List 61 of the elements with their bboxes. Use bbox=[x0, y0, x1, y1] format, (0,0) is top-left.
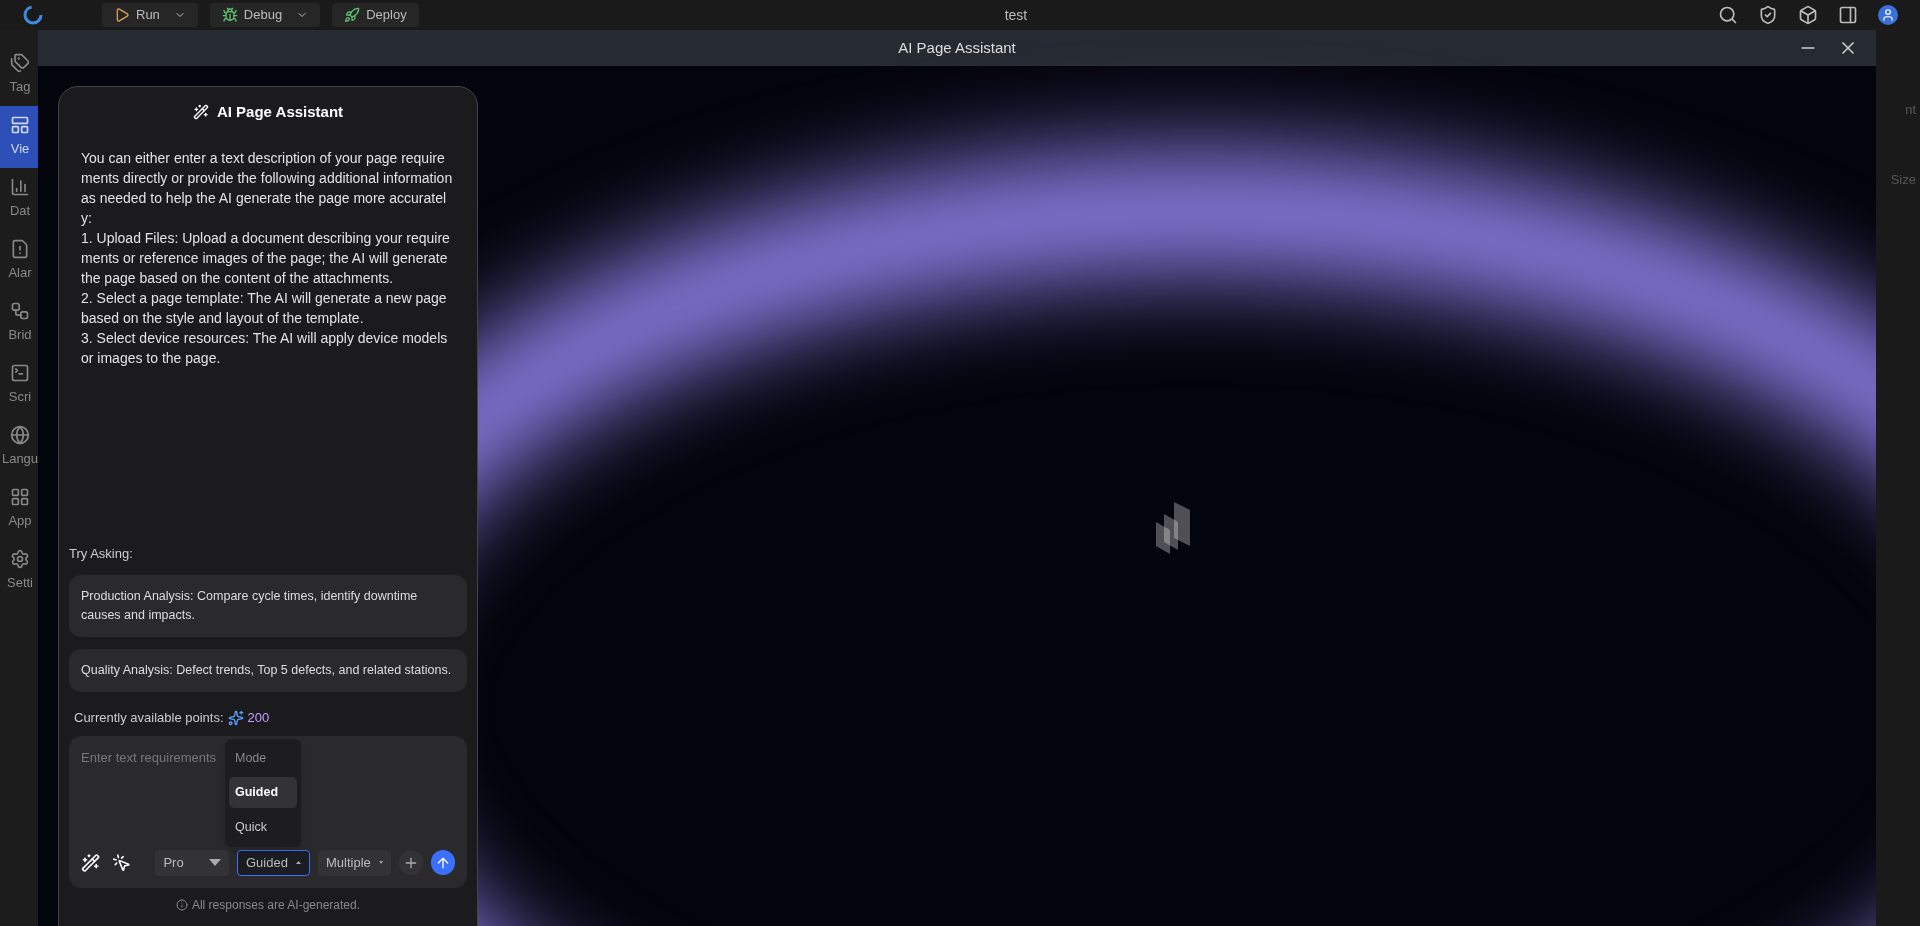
menu-option[interactable]: Guided bbox=[229, 777, 297, 808]
play-icon bbox=[114, 7, 130, 23]
avatar-icon[interactable] bbox=[1878, 5, 1898, 25]
info-icon bbox=[175, 898, 188, 911]
menu-heading: Mode bbox=[234, 749, 268, 767]
pointer-click-icon[interactable] bbox=[112, 852, 132, 873]
sidebar-item[interactable]: Scri bbox=[0, 354, 40, 416]
cube-icon[interactable] bbox=[1798, 5, 1818, 25]
bug-icon bbox=[221, 7, 238, 23]
shield-icon[interactable] bbox=[1758, 5, 1778, 25]
toolbar-button[interactable]: Debug bbox=[209, 3, 321, 27]
menu-option[interactable]: Quick bbox=[229, 812, 297, 843]
suggestion-chip[interactable]: Production Analysis: Compare cycle times, identify downtime causes and impacts. bbox=[69, 575, 467, 637]
sidebar-item[interactable]: Brid bbox=[0, 292, 40, 354]
search-icon[interactable] bbox=[1718, 5, 1738, 25]
panel-label: Size bbox=[1890, 170, 1916, 189]
dialog-title: AI Page Assistant bbox=[898, 37, 1016, 58]
sparkle-icon bbox=[227, 709, 244, 726]
toolbar-button[interactable]: Deploy bbox=[332, 3, 419, 27]
mode-select[interactable]: Guided bbox=[237, 849, 310, 876]
user-icon bbox=[1881, 8, 1895, 22]
toolbar-button[interactable]: Run bbox=[102, 3, 198, 27]
mode-select[interactable]: Multiple bbox=[318, 849, 391, 876]
try-asking-label: Try Asking: bbox=[69, 544, 134, 563]
intro-text: 2. Select a page template: The AI will generate a new page based on the style and layout of the template. bbox=[81, 288, 448, 328]
magic-wand-icon[interactable] bbox=[81, 852, 101, 873]
app-logo-icon bbox=[22, 4, 44, 26]
bar-chart-icon bbox=[10, 177, 30, 198]
tag-icon bbox=[10, 53, 30, 74]
panel-icon[interactable] bbox=[1838, 5, 1858, 25]
sidebar-item[interactable]: Setti bbox=[0, 540, 40, 602]
caret-icon bbox=[295, 859, 301, 866]
workflow-icon bbox=[10, 301, 30, 322]
gear-icon bbox=[10, 549, 30, 570]
intro-text: You can either enter a text description of your page requirements directly or provide the following additional information as needed to help the AI generate the page more accurately: bbox=[81, 148, 454, 228]
grid-icon bbox=[10, 487, 30, 508]
rocket-icon bbox=[344, 7, 361, 23]
mode-select[interactable]: Pro bbox=[155, 849, 229, 876]
send-button[interactable] bbox=[431, 850, 455, 875]
globe-icon bbox=[10, 425, 30, 446]
sidebar-item[interactable]: Dat bbox=[0, 168, 40, 230]
disclaimer-text: All responses are AI-generated. bbox=[191, 896, 361, 914]
magic-wand-icon bbox=[192, 104, 209, 121]
add-button[interactable] bbox=[399, 850, 423, 875]
sidebar-item[interactable]: App bbox=[0, 478, 40, 540]
alert-icon bbox=[10, 239, 30, 260]
sidebar-item[interactable]: Vie bbox=[0, 106, 40, 168]
intro-text: 1. Upload Files: Upload a document describing your requirements or reference images of the page; the AI will generate the page based on the content of the attachments. bbox=[81, 228, 451, 288]
points-label: Currently available points: bbox=[74, 709, 224, 727]
project-name: test bbox=[1004, 5, 1028, 25]
sidebar-item[interactable]: Langu bbox=[0, 416, 40, 478]
layout-icon bbox=[10, 115, 30, 136]
assistant-title: AI Page Assistant bbox=[216, 102, 344, 122]
caret-icon bbox=[209, 859, 221, 866]
intro-text: 3. Select device resources: The AI will apply device models or images to the page. bbox=[81, 328, 449, 368]
suggestion-chip[interactable]: Quality Analysis: Defect trends, Top 5 defects, and related stations. bbox=[69, 649, 467, 692]
sidebar-item[interactable]: Tag bbox=[0, 44, 40, 106]
caret-icon bbox=[378, 859, 383, 866]
points-value: 200 bbox=[247, 709, 270, 727]
terminal-icon bbox=[10, 363, 30, 384]
sidebar-item[interactable]: Alar bbox=[0, 230, 40, 292]
